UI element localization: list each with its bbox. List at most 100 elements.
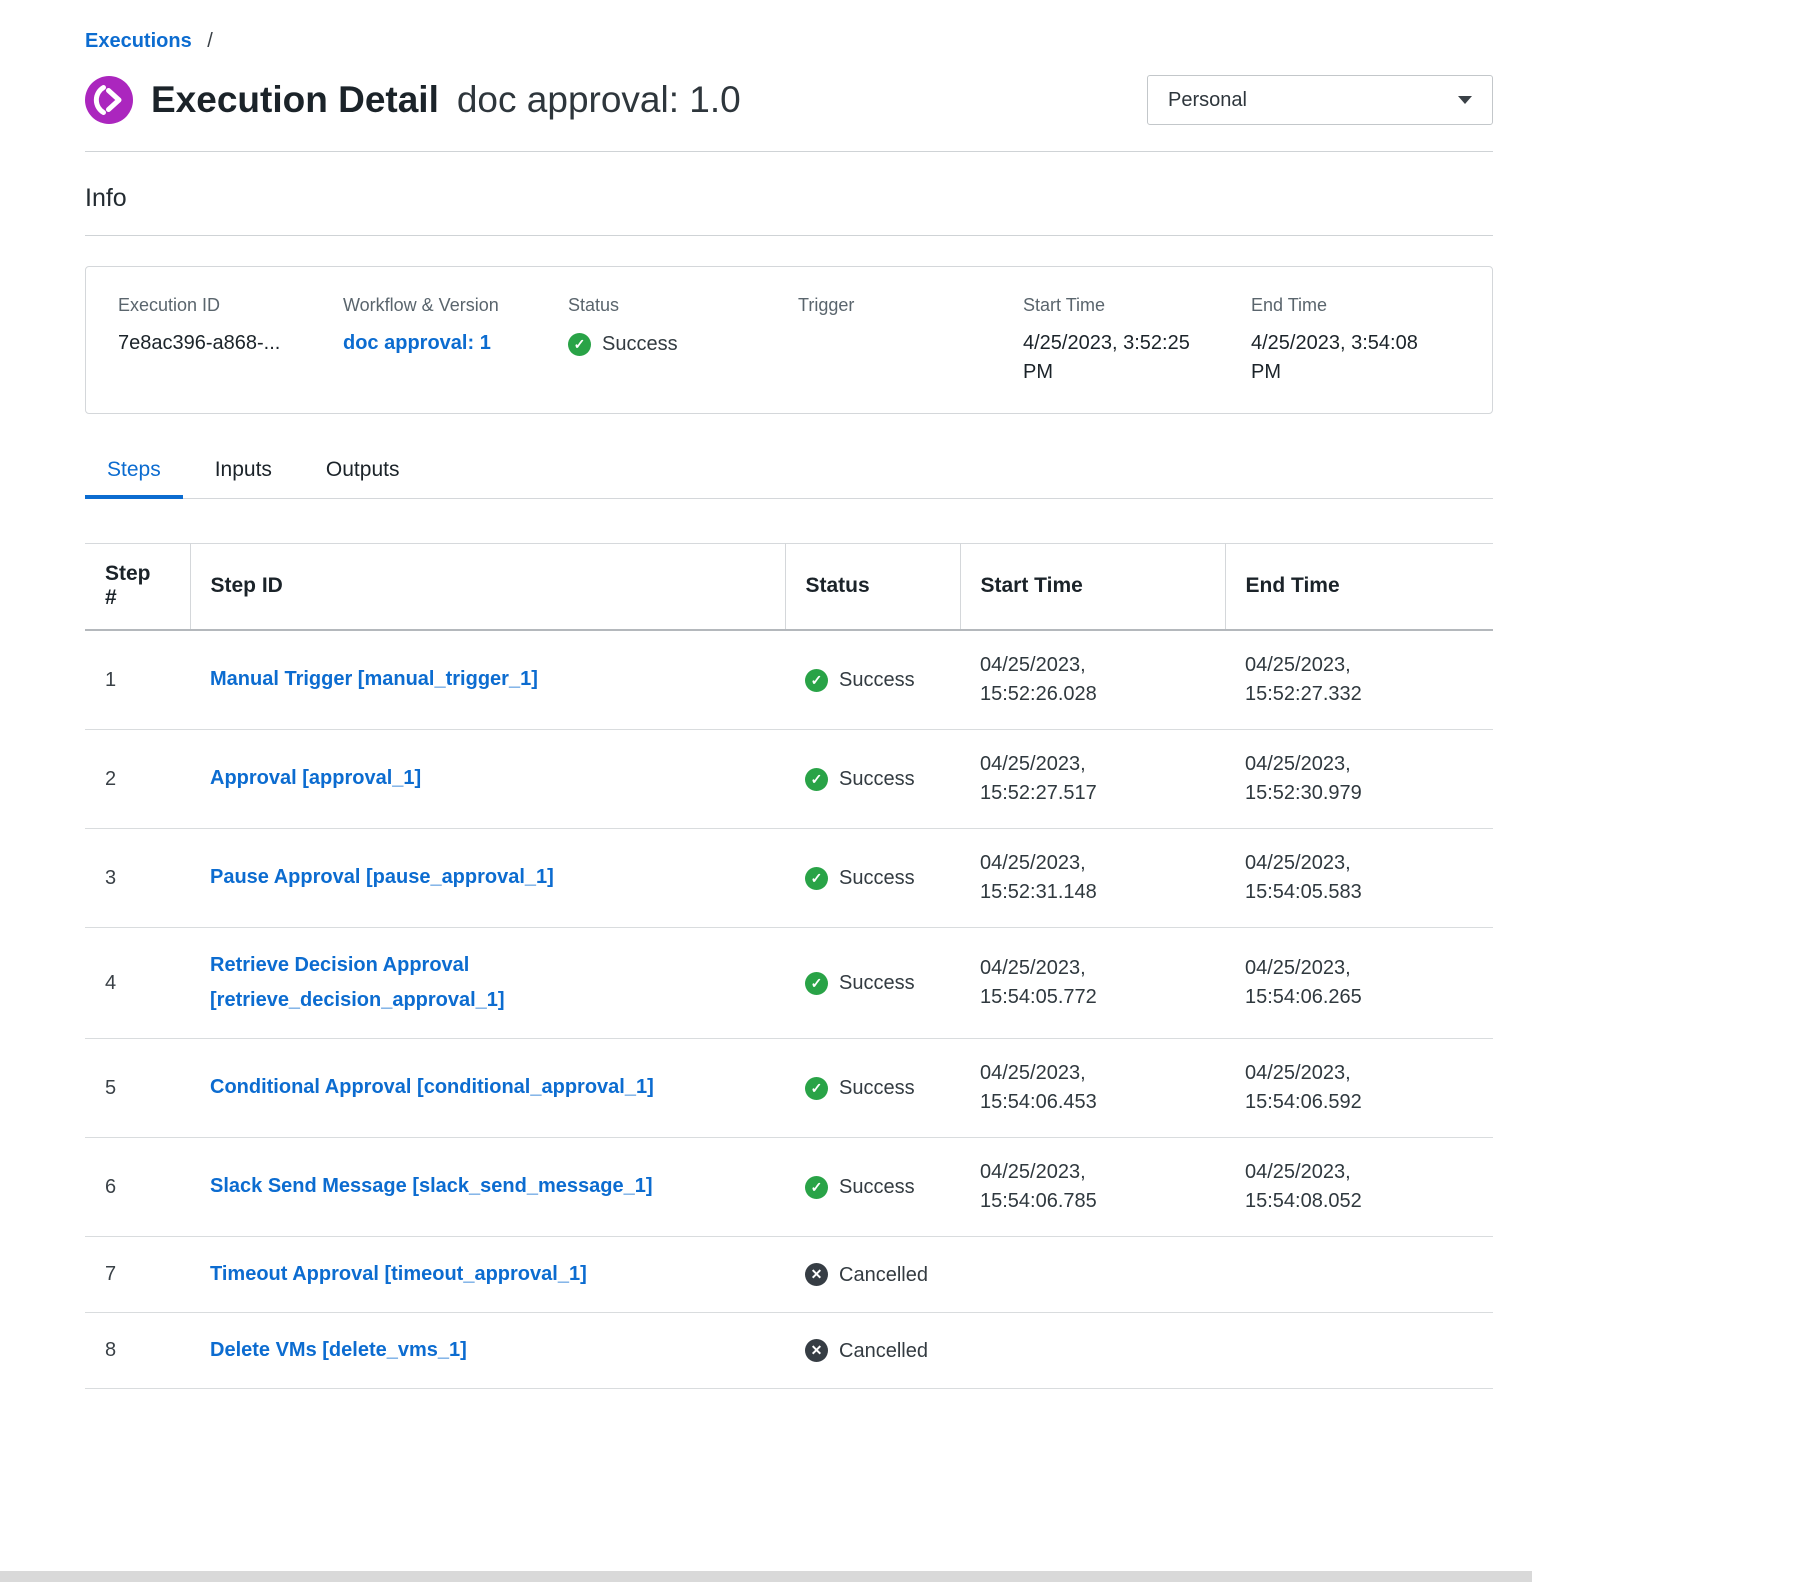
status-label: Success (839, 765, 915, 793)
detail-tabs: Steps Inputs Outputs (85, 458, 1493, 499)
status-label: Success (839, 1173, 915, 1201)
info-field-label: End Time (1251, 295, 1492, 316)
end-time-cell (1225, 1236, 1493, 1312)
column-header-step-num: Step # (85, 544, 190, 630)
breadcrumb-separator: / (207, 30, 213, 52)
status-success-icon (568, 333, 591, 356)
step-number-cell: 3 (85, 828, 190, 927)
tab-outputs[interactable]: Outputs (304, 458, 422, 498)
start-time-cell: 04/25/2023, 15:54:06.785 (960, 1137, 1225, 1236)
step-id-cell: Timeout Approval [timeout_approval_1] (190, 1236, 785, 1312)
step-number-cell: 2 (85, 729, 190, 828)
end-time-cell: 04/25/2023, 15:52:30.979 (1225, 729, 1493, 828)
start-time-cell (960, 1236, 1225, 1312)
info-field-label: Status (568, 295, 798, 316)
step-id-link[interactable]: Manual Trigger [manual_trigger_1] (210, 662, 538, 697)
step-id-cell: Delete VMs [delete_vms_1] (190, 1312, 785, 1388)
end-time-cell (1225, 1312, 1493, 1388)
step-id-cell: Slack Send Message [slack_send_message_1… (190, 1137, 785, 1236)
info-field-workflow-version: Workflow & Version doc approval: 1 (343, 295, 568, 413)
info-field-label: Trigger (798, 295, 1023, 316)
status-badge: Success (805, 1173, 915, 1201)
workflow-brand-icon (85, 76, 133, 124)
status-label: Cancelled (839, 1337, 928, 1365)
horizontal-scrollbar[interactable] (0, 1571, 1532, 1582)
status-label: Cancelled (839, 1261, 928, 1289)
status-cell: Cancelled (785, 1236, 960, 1312)
column-header-start-time: Start Time (960, 544, 1225, 630)
table-row: 8 Delete VMs [delete_vms_1] Cancelled (85, 1312, 1493, 1388)
step-id-link[interactable]: Timeout Approval [timeout_approval_1] (210, 1257, 587, 1292)
start-time-cell: 04/25/2023, 15:52:27.517 (960, 729, 1225, 828)
table-header-row: Step # Step ID Status Start Time End Tim… (85, 544, 1493, 630)
breadcrumb-executions-link[interactable]: Executions (85, 30, 192, 52)
header-divider (85, 151, 1493, 152)
end-time-value: 4/25/2023, 3:54:08 PM (1251, 329, 1443, 387)
table-row: 3 Pause Approval [pause_approval_1] Succ… (85, 828, 1493, 927)
info-field-start-time: Start Time 4/25/2023, 3:52:25 PM (1023, 295, 1251, 413)
status-icon (805, 867, 828, 890)
tab-inputs[interactable]: Inputs (193, 458, 294, 498)
status-cell: Success (785, 828, 960, 927)
status-icon (805, 1339, 828, 1362)
column-header-end-time: End Time (1225, 544, 1493, 630)
step-id-link[interactable]: Conditional Approval [conditional_approv… (210, 1070, 654, 1105)
status-label: Success (839, 1074, 915, 1102)
info-section-heading: Info (85, 184, 1493, 213)
status-badge: Success (805, 666, 915, 694)
end-time-cell: 04/25/2023, 15:54:08.052 (1225, 1137, 1493, 1236)
info-field-status: Status Success (568, 295, 798, 413)
step-id-link[interactable]: Delete VMs [delete_vms_1] (210, 1333, 467, 1368)
status-icon (805, 1077, 828, 1100)
workspace-dropdown-value: Personal (1168, 89, 1247, 112)
status-icon (805, 1263, 828, 1286)
step-id-cell: Pause Approval [pause_approval_1] (190, 828, 785, 927)
info-field-end-time: End Time 4/25/2023, 3:54:08 PM (1251, 295, 1492, 413)
tab-steps[interactable]: Steps (85, 458, 183, 499)
step-id-link[interactable]: Pause Approval [pause_approval_1] (210, 860, 554, 895)
step-number-cell: 8 (85, 1312, 190, 1388)
status-cell: Success (785, 1038, 960, 1137)
table-row: 6 Slack Send Message [slack_send_message… (85, 1137, 1493, 1236)
status-badge: Success (568, 330, 678, 359)
step-id-link[interactable]: Retrieve Decision Approval [retrieve_dec… (210, 948, 765, 1018)
table-row: 5 Conditional Approval [conditional_appr… (85, 1038, 1493, 1137)
step-number-cell: 6 (85, 1137, 190, 1236)
status-badge: Success (805, 1074, 915, 1102)
workflow-version-link[interactable]: doc approval: 1 (343, 332, 491, 354)
info-field-label: Execution ID (118, 295, 343, 316)
step-id-cell: Manual Trigger [manual_trigger_1] (190, 630, 785, 730)
status-badge: Success (805, 765, 915, 793)
step-number-cell: 4 (85, 927, 190, 1038)
table-row: 4 Retrieve Decision Approval [retrieve_d… (85, 927, 1493, 1038)
end-time-cell: 04/25/2023, 15:54:06.592 (1225, 1038, 1493, 1137)
column-header-status: Status (785, 544, 960, 630)
start-time-cell: 04/25/2023, 15:54:05.772 (960, 927, 1225, 1038)
status-badge: Cancelled (805, 1261, 928, 1289)
info-card: Execution ID 7e8ac396-a868-... Workflow … (85, 266, 1493, 414)
step-number-cell: 5 (85, 1038, 190, 1137)
status-badge: Success (805, 864, 915, 892)
status-icon (805, 1176, 828, 1199)
status-cell: Success (785, 630, 960, 730)
status-icon (805, 768, 828, 791)
page-subtitle: doc approval: 1.0 (457, 79, 741, 121)
page-header: Execution Detail doc approval: 1.0 Perso… (85, 75, 1493, 125)
chevron-down-icon (1458, 96, 1472, 104)
workspace-dropdown[interactable]: Personal (1147, 75, 1493, 125)
status-icon (805, 669, 828, 692)
step-id-link[interactable]: Slack Send Message [slack_send_message_1… (210, 1169, 652, 1204)
start-time-cell (960, 1312, 1225, 1388)
info-field-label: Start Time (1023, 295, 1251, 316)
step-id-link[interactable]: Approval [approval_1] (210, 761, 421, 796)
breadcrumb: Executions / (85, 30, 1493, 53)
end-time-cell: 04/25/2023, 15:54:05.583 (1225, 828, 1493, 927)
table-row: 1 Manual Trigger [manual_trigger_1] Succ… (85, 630, 1493, 730)
step-id-cell: Retrieve Decision Approval [retrieve_dec… (190, 927, 785, 1038)
status-label: Success (839, 666, 915, 694)
table-row: 7 Timeout Approval [timeout_approval_1] … (85, 1236, 1493, 1312)
status-label: Success (602, 330, 678, 359)
info-field-trigger: Trigger (798, 295, 1023, 413)
status-label: Success (839, 864, 915, 892)
step-id-cell: Conditional Approval [conditional_approv… (190, 1038, 785, 1137)
